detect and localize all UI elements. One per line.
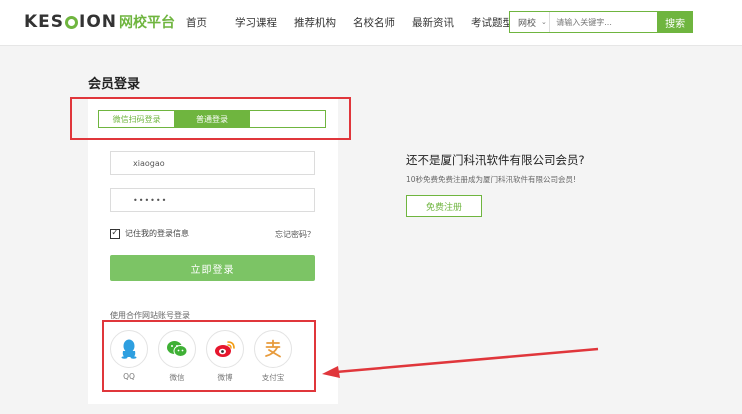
logo-o-ring [65,15,79,29]
annotation-arrow-line [335,347,599,374]
main-nav: 首页 学习课程 推荐机构 名校名师 最新资讯 考试题型 [186,15,530,30]
search-bar: 网校 ⌄ 搜索 [509,11,693,33]
nav-item-courses[interactable]: 学习课程 [235,15,277,30]
register-button[interactable]: 免费注册 [406,195,482,217]
nav-item-news[interactable]: 最新资讯 [412,15,454,30]
search-type-select[interactable]: 网校 ⌄ [510,12,551,32]
promo-title: 还不是厦门科汛软件有限公司会员? [406,153,585,167]
search-button[interactable]: 搜索 [657,11,693,33]
promo-subtitle: 10秒免费免费注册成为厦门科汛软件有限公司会员! [406,175,577,184]
annotation-box-tabs [70,97,351,140]
search-input[interactable] [550,12,658,32]
site-header: KES ION 网校平台 首页 学习课程 推荐机构 名校名师 最新资讯 考试题型… [0,0,742,46]
login-button[interactable]: 立即登录 [110,255,315,281]
logo-word-part2: ION [79,12,118,32]
chevron-down-icon: ⌄ [541,18,547,26]
page-title: 会员登录 [88,77,141,92]
nav-item-home[interactable]: 首页 [186,15,207,30]
nav-item-institutions[interactable]: 推荐机构 [294,15,336,30]
annotation-box-partners [102,320,316,392]
nav-item-teachers[interactable]: 名校名师 [353,15,395,30]
nav-item-exams[interactable]: 考试题型 [471,15,513,30]
logo-word-part1: KES [24,12,65,32]
search-type-label: 网校 [518,18,537,29]
remember-checkbox[interactable]: ✓ [110,228,120,239]
password-field[interactable]: •••••• [110,188,315,212]
username-field[interactable]: xiaogao [110,151,315,175]
remember-me[interactable]: ✓ 记住我的登录信息 [110,228,189,239]
site-logo[interactable]: KES ION 网校平台 [24,11,175,33]
logo-subtitle: 网校平台 [119,15,176,31]
remember-label: 记住我的登录信息 [125,229,189,238]
forgot-password-link[interactable]: 忘记密码？ [275,229,315,240]
